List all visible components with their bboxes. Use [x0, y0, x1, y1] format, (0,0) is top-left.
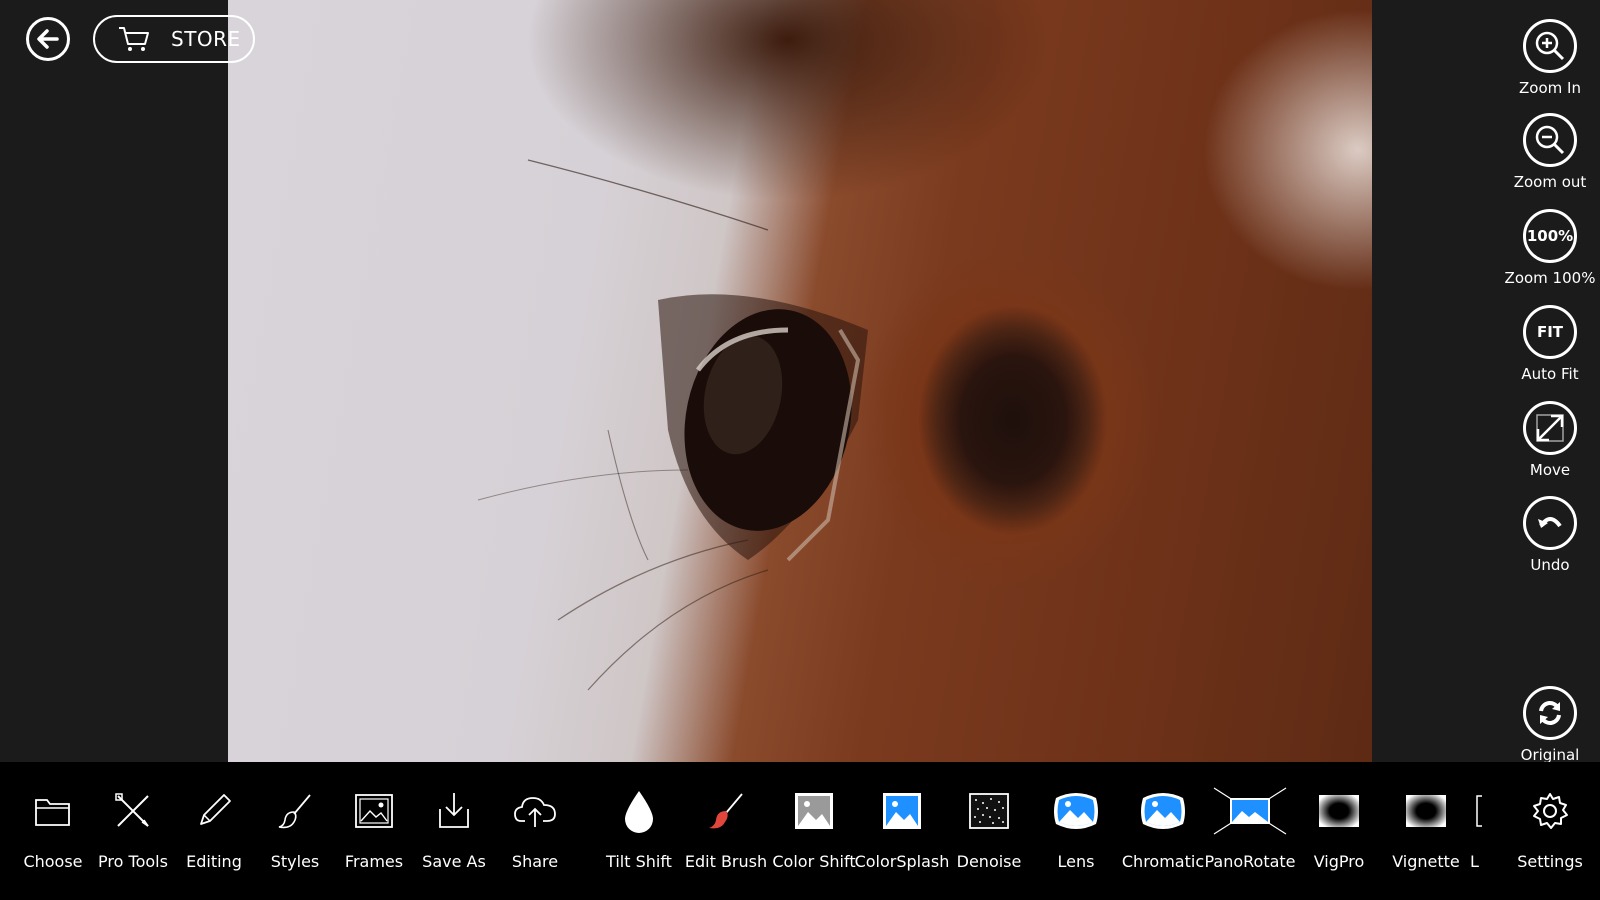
chromatic-label: Chromatic — [1121, 852, 1205, 871]
lens-button[interactable]: Lens — [1034, 762, 1118, 900]
color-photo-icon — [860, 788, 944, 834]
move-icon — [1523, 401, 1577, 455]
auto-fit-button[interactable]: FIT Auto Fit — [1500, 305, 1600, 383]
download-icon — [412, 788, 496, 834]
choose-button[interactable]: Choose — [11, 762, 95, 900]
paintbrush-icon — [253, 788, 337, 834]
pro-tools-button[interactable]: Pro Tools — [91, 762, 175, 900]
zoom-out-icon — [1523, 113, 1577, 167]
move-label: Move — [1529, 461, 1571, 479]
partial-tool-icon — [1470, 788, 1488, 834]
store-label: STORE — [171, 27, 241, 51]
folder-icon — [11, 788, 95, 834]
overflow-tool-button[interactable]: L — [1470, 762, 1488, 900]
auto-fit-icon: FIT — [1523, 305, 1577, 359]
cart-icon — [119, 27, 149, 51]
overflow-tool-label: L — [1470, 852, 1479, 871]
chromatic-button[interactable]: Chromatic — [1121, 762, 1205, 900]
move-button[interactable]: Move — [1500, 401, 1600, 479]
undo-button[interactable]: Undo — [1500, 496, 1600, 574]
drop-icon — [597, 788, 681, 834]
pro-tools-icon — [91, 788, 175, 834]
photo-canvas[interactable] — [228, 0, 1372, 762]
vigpro-button[interactable]: VigPro — [1297, 762, 1381, 900]
back-arrow-icon — [37, 29, 59, 49]
color-splash-label: ColorSplash — [854, 852, 950, 871]
undo-icon — [1523, 496, 1577, 550]
refresh-icon — [1523, 686, 1577, 740]
denoise-button[interactable]: Denoise — [947, 762, 1031, 900]
zoom-100-icon: 100% — [1523, 209, 1577, 263]
red-brush-icon — [684, 788, 768, 834]
vignette-icon — [1384, 788, 1468, 834]
edit-brush-label: Edit Brush — [684, 852, 768, 871]
settings-label: Settings — [1517, 852, 1583, 871]
pano-rotate-icon — [1208, 787, 1292, 835]
color-shift-label: Color Shift — [772, 852, 856, 871]
editing-button[interactable]: Editing — [172, 762, 256, 900]
zoom-rail: Zoom In Zoom out 100% Zoom 100% FIT Auto… — [1500, 0, 1600, 764]
tilt-shift-label: Tilt Shift — [606, 852, 672, 871]
bottom-toolbar: Choose Pro Tools Editing Styles Frames S… — [0, 762, 1600, 900]
chromatic-icon — [1121, 788, 1205, 834]
gear-icon — [1508, 788, 1592, 834]
share-button[interactable]: Share — [493, 762, 577, 900]
denoise-label: Denoise — [956, 852, 1022, 871]
color-shift-button[interactable]: Color Shift — [772, 762, 856, 900]
zoom-in-label: Zoom In — [1519, 79, 1581, 97]
store-button[interactable]: STORE — [93, 15, 255, 63]
vignette-button[interactable]: Vignette — [1384, 762, 1468, 900]
frame-icon — [332, 788, 416, 834]
vignette-label: Vignette — [1392, 852, 1460, 871]
back-button[interactable] — [26, 17, 70, 61]
edit-brush-button[interactable]: Edit Brush — [684, 762, 768, 900]
zoom-in-button[interactable]: Zoom In — [1500, 19, 1600, 97]
horse-eye-photo — [477, 159, 868, 691]
pano-rotate-button[interactable]: PanoRotate — [1204, 762, 1296, 900]
pencil-icon — [172, 788, 256, 834]
photo-icon — [772, 788, 856, 834]
pano-rotate-label: PanoRotate — [1204, 852, 1296, 871]
vigpro-label: VigPro — [1313, 852, 1365, 871]
styles-button[interactable]: Styles — [253, 762, 337, 900]
zoom-out-label: Zoom out — [1513, 173, 1587, 191]
lens-icon — [1034, 788, 1118, 834]
zoom-in-icon — [1523, 19, 1577, 73]
noise-icon — [947, 788, 1031, 834]
lens-label: Lens — [1057, 852, 1095, 871]
original-button[interactable]: Original — [1500, 686, 1600, 764]
save-as-button[interactable]: Save As — [412, 762, 496, 900]
zoom-100-button[interactable]: 100% Zoom 100% — [1500, 209, 1600, 287]
frames-button[interactable]: Frames — [332, 762, 416, 900]
color-splash-button[interactable]: ColorSplash — [855, 762, 949, 900]
cloud-upload-icon — [493, 788, 577, 834]
zoom-out-button[interactable]: Zoom out — [1500, 113, 1600, 191]
share-label: Share — [511, 852, 559, 871]
settings-button[interactable]: Settings — [1508, 762, 1592, 900]
auto-fit-label: Auto Fit — [1521, 365, 1579, 383]
zoom-100-label: Zoom 100% — [1504, 269, 1596, 287]
undo-label: Undo — [1530, 556, 1570, 574]
tilt-shift-button[interactable]: Tilt Shift — [597, 762, 681, 900]
vignette-pro-icon — [1297, 788, 1381, 834]
